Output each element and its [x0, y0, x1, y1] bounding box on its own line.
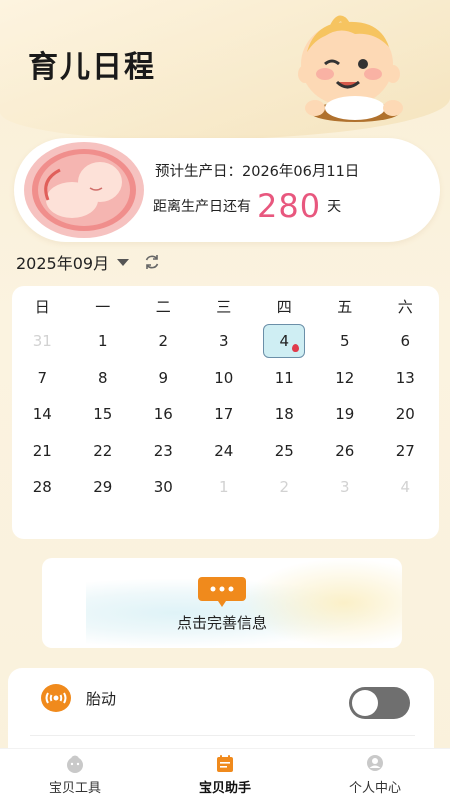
weekday-header: 一	[95, 297, 111, 316]
calendar-day[interactable]: 5	[315, 323, 376, 360]
calendar-day[interactable]: 19	[315, 396, 376, 433]
weekday-header: 四	[276, 297, 292, 316]
calendar-day[interactable]: 6	[375, 323, 436, 360]
bottom-tab-bar: 宝贝工具 宝贝助手 个人中心	[0, 748, 450, 800]
calendar-day[interactable]: 25	[254, 433, 315, 470]
calendar-day[interactable]: 16	[133, 396, 194, 433]
page-title: 育儿日程	[28, 50, 156, 85]
calendar-day[interactable]: 2	[254, 469, 315, 506]
weekday-header: 五	[337, 297, 353, 316]
calendar-day[interactable]: 28	[12, 469, 73, 506]
profile-icon[interactable]	[365, 754, 385, 774]
month-selector[interactable]: 2025年09月	[16, 250, 161, 274]
tab-personal-center[interactable]: 个人中心	[300, 749, 450, 800]
calendar-day[interactable]: 4	[375, 469, 436, 506]
caret-down-icon[interactable]	[117, 258, 130, 266]
tab-baby-tools[interactable]: 宝贝工具	[0, 749, 150, 800]
selected-day-box[interactable]: 4	[263, 324, 306, 359]
calendar-day[interactable]: 7	[12, 360, 73, 397]
complete-info-link[interactable]: 点击完善信息	[0, 612, 444, 633]
calendar-day[interactable]: 11	[254, 360, 315, 397]
blood-drop-icon	[292, 344, 300, 353]
calendar-day[interactable]: 26	[315, 433, 376, 470]
calendar-grid: 日一二三四五六 31 1 2 3 4 5 6 7 8 9 10 11 12 13 14 15 16 17 18 19 20…	[12, 289, 436, 506]
tab-label[interactable]: 个人中心	[349, 777, 401, 796]
calendar-day[interactable]: 21	[12, 433, 73, 470]
refresh-icon[interactable]	[143, 253, 161, 271]
calendar-day[interactable]: 13	[375, 360, 436, 397]
info-card-decoration	[242, 558, 402, 648]
calendar-icon[interactable]	[215, 754, 235, 774]
chat-bubble-icon	[198, 577, 246, 607]
calendar-day[interactable]: 20	[375, 396, 436, 433]
calendar-day[interactable]: 23	[133, 433, 194, 470]
fetal-movement-label: 胎动	[86, 690, 117, 708]
calendar-day[interactable]: 1	[194, 469, 255, 506]
baby-face-icon[interactable]	[65, 754, 85, 774]
days-remaining-prefix: 距离生产日还有	[153, 199, 251, 215]
divider	[30, 735, 415, 736]
baby-illustration	[298, 15, 403, 122]
month-label[interactable]: 2025年09月	[16, 250, 109, 274]
calendar-day[interactable]: 1	[73, 323, 134, 360]
toggle-knob[interactable]	[352, 690, 378, 716]
calendar-day[interactable]: 29	[73, 469, 134, 506]
calendar-day[interactable]: 14	[12, 396, 73, 433]
weekday-header: 六	[397, 297, 413, 316]
calendar-day[interactable]: 12	[315, 360, 376, 397]
calendar-day[interactable]: 8	[73, 360, 134, 397]
calendar-day-selected[interactable]: 4	[254, 323, 315, 360]
days-remaining: 距离生产日还有 280 天	[153, 187, 341, 225]
calendar-day[interactable]: 2	[133, 323, 194, 360]
days-remaining-number: 280	[257, 187, 322, 225]
tab-baby-assistant[interactable]: 宝贝助手	[150, 749, 300, 800]
tab-label[interactable]: 宝贝助手	[199, 777, 251, 796]
fetal-movement-icon	[41, 684, 71, 712]
fetus-illustration	[24, 142, 144, 238]
calendar-day[interactable]: 10	[194, 360, 255, 397]
weekday-header: 日	[34, 297, 50, 316]
calendar-day[interactable]: 17	[194, 396, 255, 433]
tab-label[interactable]: 宝贝工具	[49, 777, 101, 796]
due-date-text: 预计生产日：2026年06月11日	[155, 164, 360, 180]
calendar-day[interactable]: 18	[254, 396, 315, 433]
calendar-day[interactable]: 15	[73, 396, 134, 433]
calendar-day[interactable]: 9	[133, 360, 194, 397]
calendar-day[interactable]: 24	[194, 433, 255, 470]
fetal-movement-toggle[interactable]	[349, 687, 410, 719]
calendar-day[interactable]: 22	[73, 433, 134, 470]
calendar-day[interactable]: 30	[133, 469, 194, 506]
days-remaining-suffix: 天	[327, 199, 342, 215]
calendar-day[interactable]: 27	[375, 433, 436, 470]
weekday-header: 二	[155, 297, 171, 316]
weekday-header: 三	[216, 297, 232, 316]
calendar-day[interactable]: 3	[194, 323, 255, 360]
calendar-day[interactable]: 31	[12, 323, 73, 360]
day-number[interactable]: 4	[279, 332, 289, 350]
calendar-day[interactable]: 3	[315, 469, 376, 506]
